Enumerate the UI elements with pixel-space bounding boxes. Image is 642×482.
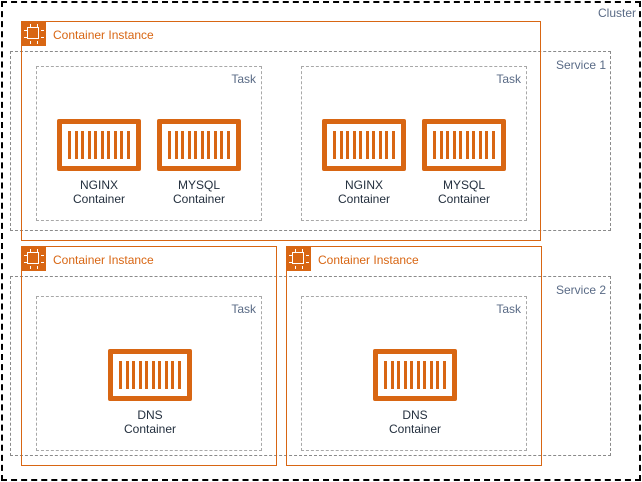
service-2-label: Service 2 [556, 283, 607, 297]
container-icon [157, 119, 241, 171]
task-label: Task [231, 72, 256, 86]
container-instance-label: Container Instance [53, 253, 154, 267]
container-label: DNS Container [388, 408, 442, 436]
container-icon [422, 119, 506, 171]
task-4: Task DNS Container [301, 296, 527, 451]
container-icon [373, 349, 457, 401]
container-label: MYSQL Container [172, 178, 226, 206]
container-label: NGINX Container [337, 178, 391, 206]
ec2-instance-icon [22, 247, 46, 271]
container-instance-label: Container Instance [53, 28, 154, 42]
task-1: Task NGINX Container MYSQL Container [36, 66, 262, 221]
container-icon [57, 119, 141, 171]
task-label: Task [496, 72, 521, 86]
task-2: Task NGINX Container MYSQL Container [301, 66, 527, 221]
container-icon [322, 119, 406, 171]
container-icon [108, 349, 192, 401]
container-label: NGINX Container [72, 178, 126, 206]
container-label: DNS Container [123, 408, 177, 436]
service-1-label: Service 1 [556, 58, 607, 72]
ec2-instance-icon [22, 22, 46, 46]
ec2-instance-icon [287, 247, 311, 271]
container-instance-label: Container Instance [318, 253, 419, 267]
task-label: Task [231, 302, 256, 316]
cluster-label: Cluster [597, 6, 636, 20]
task-label: Task [496, 302, 521, 316]
task-3: Task DNS Container [36, 296, 262, 451]
container-label: MYSQL Container [437, 178, 491, 206]
